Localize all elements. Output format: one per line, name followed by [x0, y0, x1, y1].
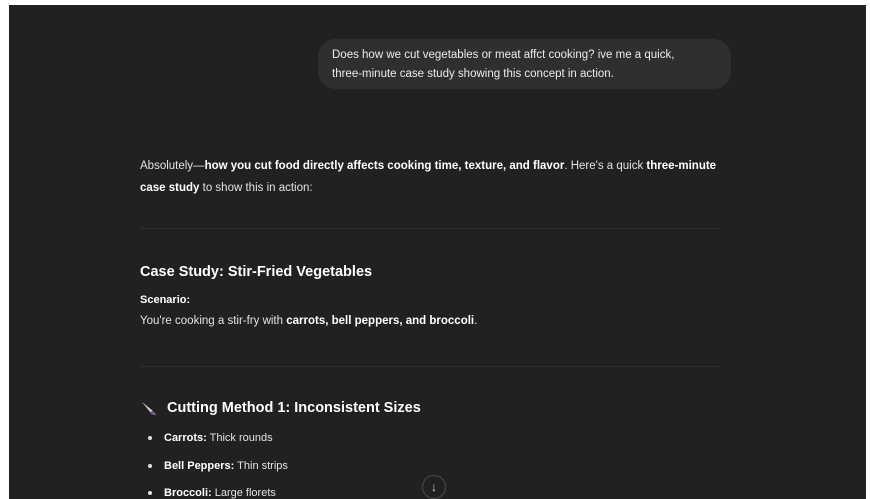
list-item-text: Thin strips	[234, 459, 288, 472]
method-1-list: Carrots: Thick rounds Bell Peppers: Thin…	[148, 429, 288, 499]
scenario-label: Scenario:	[140, 294, 191, 306]
intro-text-3: to show this in action:	[199, 182, 313, 194]
method-1-heading: Cutting Method 1: Inconsistent Sizes	[141, 400, 421, 417]
chat-window: Does how we cut vegetables or meat affct…	[9, 5, 866, 499]
list-item: Broccoli: Large florets	[148, 484, 288, 499]
method-1-heading-text: Cutting Method 1: Inconsistent Sizes	[167, 400, 421, 416]
list-item-label: Bell Peppers:	[164, 459, 235, 472]
list-item: Carrots: Thick rounds	[148, 429, 288, 457]
assistant-intro: Absolutely—how you cut food directly aff…	[140, 155, 720, 199]
assistant-message: Absolutely—how you cut food directly aff…	[140, 155, 720, 199]
scenario-text-2: .	[474, 315, 478, 327]
user-message-line-1: Does how we cut vegetables or meat affct…	[332, 49, 675, 61]
user-message-line-2: three-minute case study showing this con…	[332, 68, 614, 80]
list-item-text: Thick rounds	[206, 432, 273, 444]
list-item-label: Broccoli:	[164, 487, 212, 499]
section-divider	[140, 228, 720, 229]
scenario-text-1: You're cooking a stir-fry with	[140, 315, 287, 327]
scenario-text: You're cooking a stir-fry with carrots, …	[140, 315, 477, 327]
knife-icon	[141, 401, 159, 417]
arrow-down-icon: ↓	[431, 480, 437, 494]
list-item: Bell Peppers: Thin strips	[148, 457, 288, 485]
scroll-to-bottom-button[interactable]: ↓	[422, 475, 446, 499]
case-study-heading: Case Study: Stir-Fried Vegetables	[140, 264, 373, 280]
intro-bold-1: how you cut food directly affects cookin…	[204, 160, 565, 172]
section-divider	[140, 366, 720, 367]
list-item-text: Large florets	[211, 487, 276, 499]
scenario-bold: carrots, bell peppers, and broccoli	[286, 315, 475, 327]
list-item-label: Carrots:	[164, 432, 207, 444]
intro-text-2: . Here's a quick	[564, 160, 647, 172]
intro-text-1: Absolutely—	[140, 160, 205, 172]
user-message-bubble: Does how we cut vegetables or meat affct…	[318, 39, 731, 89]
